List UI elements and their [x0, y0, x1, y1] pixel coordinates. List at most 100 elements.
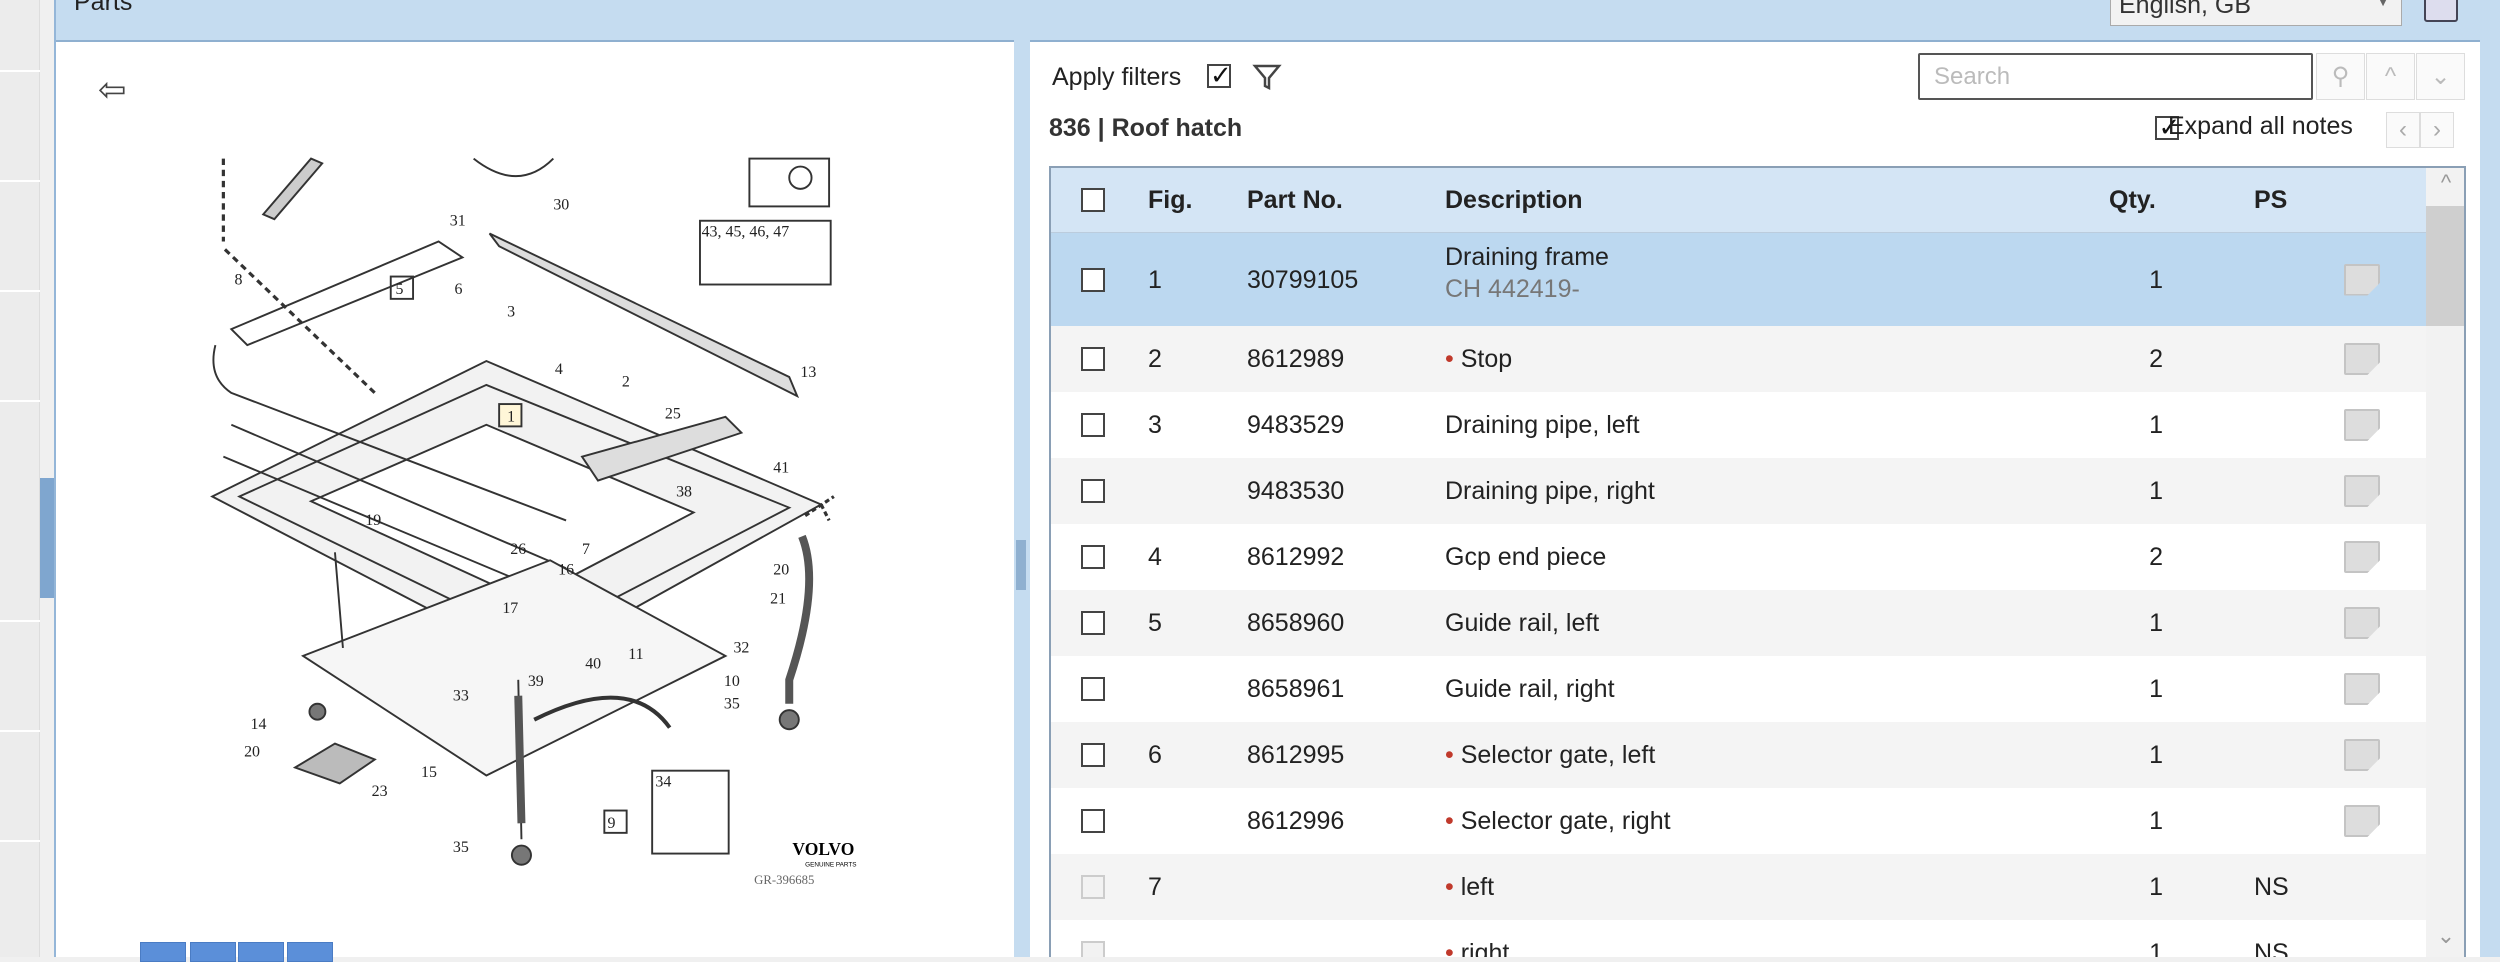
search-input[interactable] — [1918, 53, 2313, 100]
diagram-callout[interactable]: 9 — [608, 815, 616, 832]
sidebar-collapse-tab[interactable] — [40, 478, 54, 598]
row-checkbox[interactable] — [1081, 941, 1105, 957]
row-checkbox[interactable] — [1081, 611, 1105, 635]
row-checkbox[interactable] — [1081, 347, 1105, 371]
diagram-tool-button-4[interactable] — [287, 942, 333, 962]
splitter-handle[interactable] — [1016, 540, 1026, 590]
diagram-callout[interactable]: 11 — [628, 646, 643, 663]
diagram-callout[interactable]: 41 — [773, 460, 789, 477]
part-number[interactable]: 9483530 — [1247, 477, 1344, 506]
diagram-callout[interactable]: 23 — [372, 783, 388, 800]
diagram-callout[interactable]: 10 — [724, 673, 740, 690]
filter-icon[interactable] — [1252, 62, 1282, 92]
row-checkbox[interactable] — [1081, 413, 1105, 437]
table-row[interactable]: 8612996 • Selector gate, right 1 — [1051, 788, 2426, 854]
table-scrollbar[interactable]: ^ ⌄ — [2426, 168, 2464, 957]
diagram-callout[interactable]: 40 — [585, 656, 601, 673]
diagram-callout[interactable]: 33 — [453, 688, 469, 705]
part-number[interactable]: 8612996 — [1247, 807, 1344, 836]
note-icon[interactable] — [2344, 805, 2380, 837]
note-icon[interactable] — [2344, 409, 2380, 441]
diagram-callout[interactable]: 25 — [665, 405, 681, 422]
diagram-callout[interactable]: 35 — [724, 696, 740, 713]
note-icon[interactable] — [2344, 739, 2380, 771]
diagram-callout[interactable]: 30 — [553, 197, 569, 214]
search-button[interactable]: ⚲ — [2316, 53, 2365, 100]
diagram-callout[interactable]: 17 — [502, 600, 518, 617]
row-checkbox[interactable] — [1081, 267, 1105, 292]
diagram-callout[interactable]: 1 — [507, 409, 515, 426]
col-ps[interactable]: PS — [2254, 186, 2287, 215]
diagram-callout[interactable]: 31 — [450, 213, 466, 230]
diagram-tool-button-1[interactable] — [140, 942, 186, 962]
table-row[interactable]: 1 30799105 Draining frame CH 442419- 1 — [1051, 233, 2426, 326]
note-icon[interactable] — [2344, 673, 2380, 705]
row-checkbox[interactable] — [1081, 677, 1105, 701]
part-number[interactable]: 9483529 — [1247, 411, 1344, 440]
row-checkbox[interactable] — [1081, 743, 1105, 767]
next-note-button[interactable]: › — [2420, 112, 2454, 148]
table-row[interactable]: 6 8612995 • Selector gate, left 1 — [1051, 722, 2426, 788]
row-checkbox[interactable] — [1081, 875, 1105, 899]
scroll-down-icon[interactable]: ⌄ — [2426, 923, 2464, 949]
note-icon[interactable] — [2344, 343, 2380, 375]
diagram-callout[interactable]: 43, 45, 46, 47 — [702, 224, 790, 241]
table-row[interactable]: 9483530 Draining pipe, right 1 — [1051, 458, 2426, 524]
diagram-tool-button-2[interactable] — [190, 942, 236, 962]
table-row[interactable]: 5 8658960 Guide rail, left 1 — [1051, 590, 2426, 656]
part-number[interactable]: 30799105 — [1247, 266, 1358, 295]
scrollbar-thumb[interactable] — [2426, 206, 2464, 326]
prev-note-button[interactable]: ‹ — [2386, 112, 2420, 148]
diagram-callout[interactable]: 8 — [235, 272, 243, 289]
print-icon[interactable] — [2424, 0, 2458, 22]
scroll-up-icon[interactable]: ^ — [2426, 170, 2464, 196]
row-checkbox[interactable] — [1081, 479, 1105, 503]
note-icon[interactable] — [2344, 541, 2380, 573]
row-checkbox[interactable] — [1081, 809, 1105, 833]
table-row[interactable]: 3 9483529 Draining pipe, left 1 — [1051, 392, 2426, 458]
diagram-callout[interactable]: 3 — [507, 303, 515, 320]
table-row[interactable]: 2 8612989 • Stop 2 — [1051, 326, 2426, 392]
diagram-callout[interactable]: 16 — [558, 562, 574, 579]
row-checkbox[interactable] — [1081, 545, 1105, 569]
diagram-callout[interactable]: 15 — [421, 764, 437, 781]
exploded-parts-diagram[interactable]: 303143, 45, 46, 47658342131 2541381926167… — [56, 42, 1014, 959]
search-prev-button[interactable]: ^ — [2366, 53, 2415, 100]
part-number[interactable]: 8612989 — [1247, 345, 1344, 374]
diagram-callout[interactable]: 19 — [365, 512, 381, 529]
diagram-callout[interactable]: 5 — [396, 281, 404, 298]
table-row[interactable]: • right 1 NS — [1051, 920, 2426, 957]
note-icon[interactable] — [2344, 607, 2380, 639]
diagram-callout[interactable]: 14 — [250, 716, 266, 733]
col-description[interactable]: Description — [1445, 186, 1583, 215]
diagram-tool-button-3[interactable] — [238, 942, 284, 962]
select-all-checkbox[interactable] — [1081, 188, 1105, 212]
table-row[interactable]: 8658961 Guide rail, right 1 — [1051, 656, 2426, 722]
diagram-callout[interactable]: 2 — [622, 374, 630, 391]
diagram-callout[interactable]: 32 — [733, 640, 749, 657]
diagram-callout[interactable]: 6 — [455, 281, 463, 298]
col-part-no[interactable]: Part No. — [1247, 186, 1343, 215]
diagram-callout[interactable]: 20 — [244, 743, 260, 760]
part-number[interactable]: 8612995 — [1247, 741, 1344, 770]
table-row[interactable]: 4 8612992 Gcp end piece 2 — [1051, 524, 2426, 590]
diagram-callout[interactable]: 34 — [655, 774, 671, 791]
diagram-callout[interactable]: 21 — [770, 590, 786, 607]
col-qty[interactable]: Qty. — [2109, 186, 2156, 215]
note-icon[interactable] — [2344, 263, 2380, 296]
diagram-callout[interactable]: 26 — [510, 541, 526, 558]
panel-splitter[interactable] — [1014, 40, 1030, 957]
diagram-callout[interactable]: 4 — [555, 361, 563, 378]
part-number[interactable]: 8612992 — [1247, 543, 1344, 572]
diagram-callout[interactable]: 35 — [453, 839, 469, 856]
diagram-callout[interactable]: 7 — [582, 541, 590, 558]
diagram-callout[interactable]: 38 — [676, 484, 692, 501]
search-next-button[interactable]: ⌄ — [2416, 53, 2465, 100]
diagram-callout[interactable]: 20 — [773, 562, 789, 579]
diagram-callout[interactable]: 39 — [528, 673, 544, 690]
part-number[interactable]: 8658960 — [1247, 609, 1344, 638]
table-row[interactable]: 7 • left 1 NS — [1051, 854, 2426, 920]
col-fig[interactable]: Fig. — [1148, 186, 1192, 215]
diagram-callout[interactable]: 13 — [800, 364, 816, 381]
apply-filters-checkbox[interactable] — [1207, 60, 1232, 91]
